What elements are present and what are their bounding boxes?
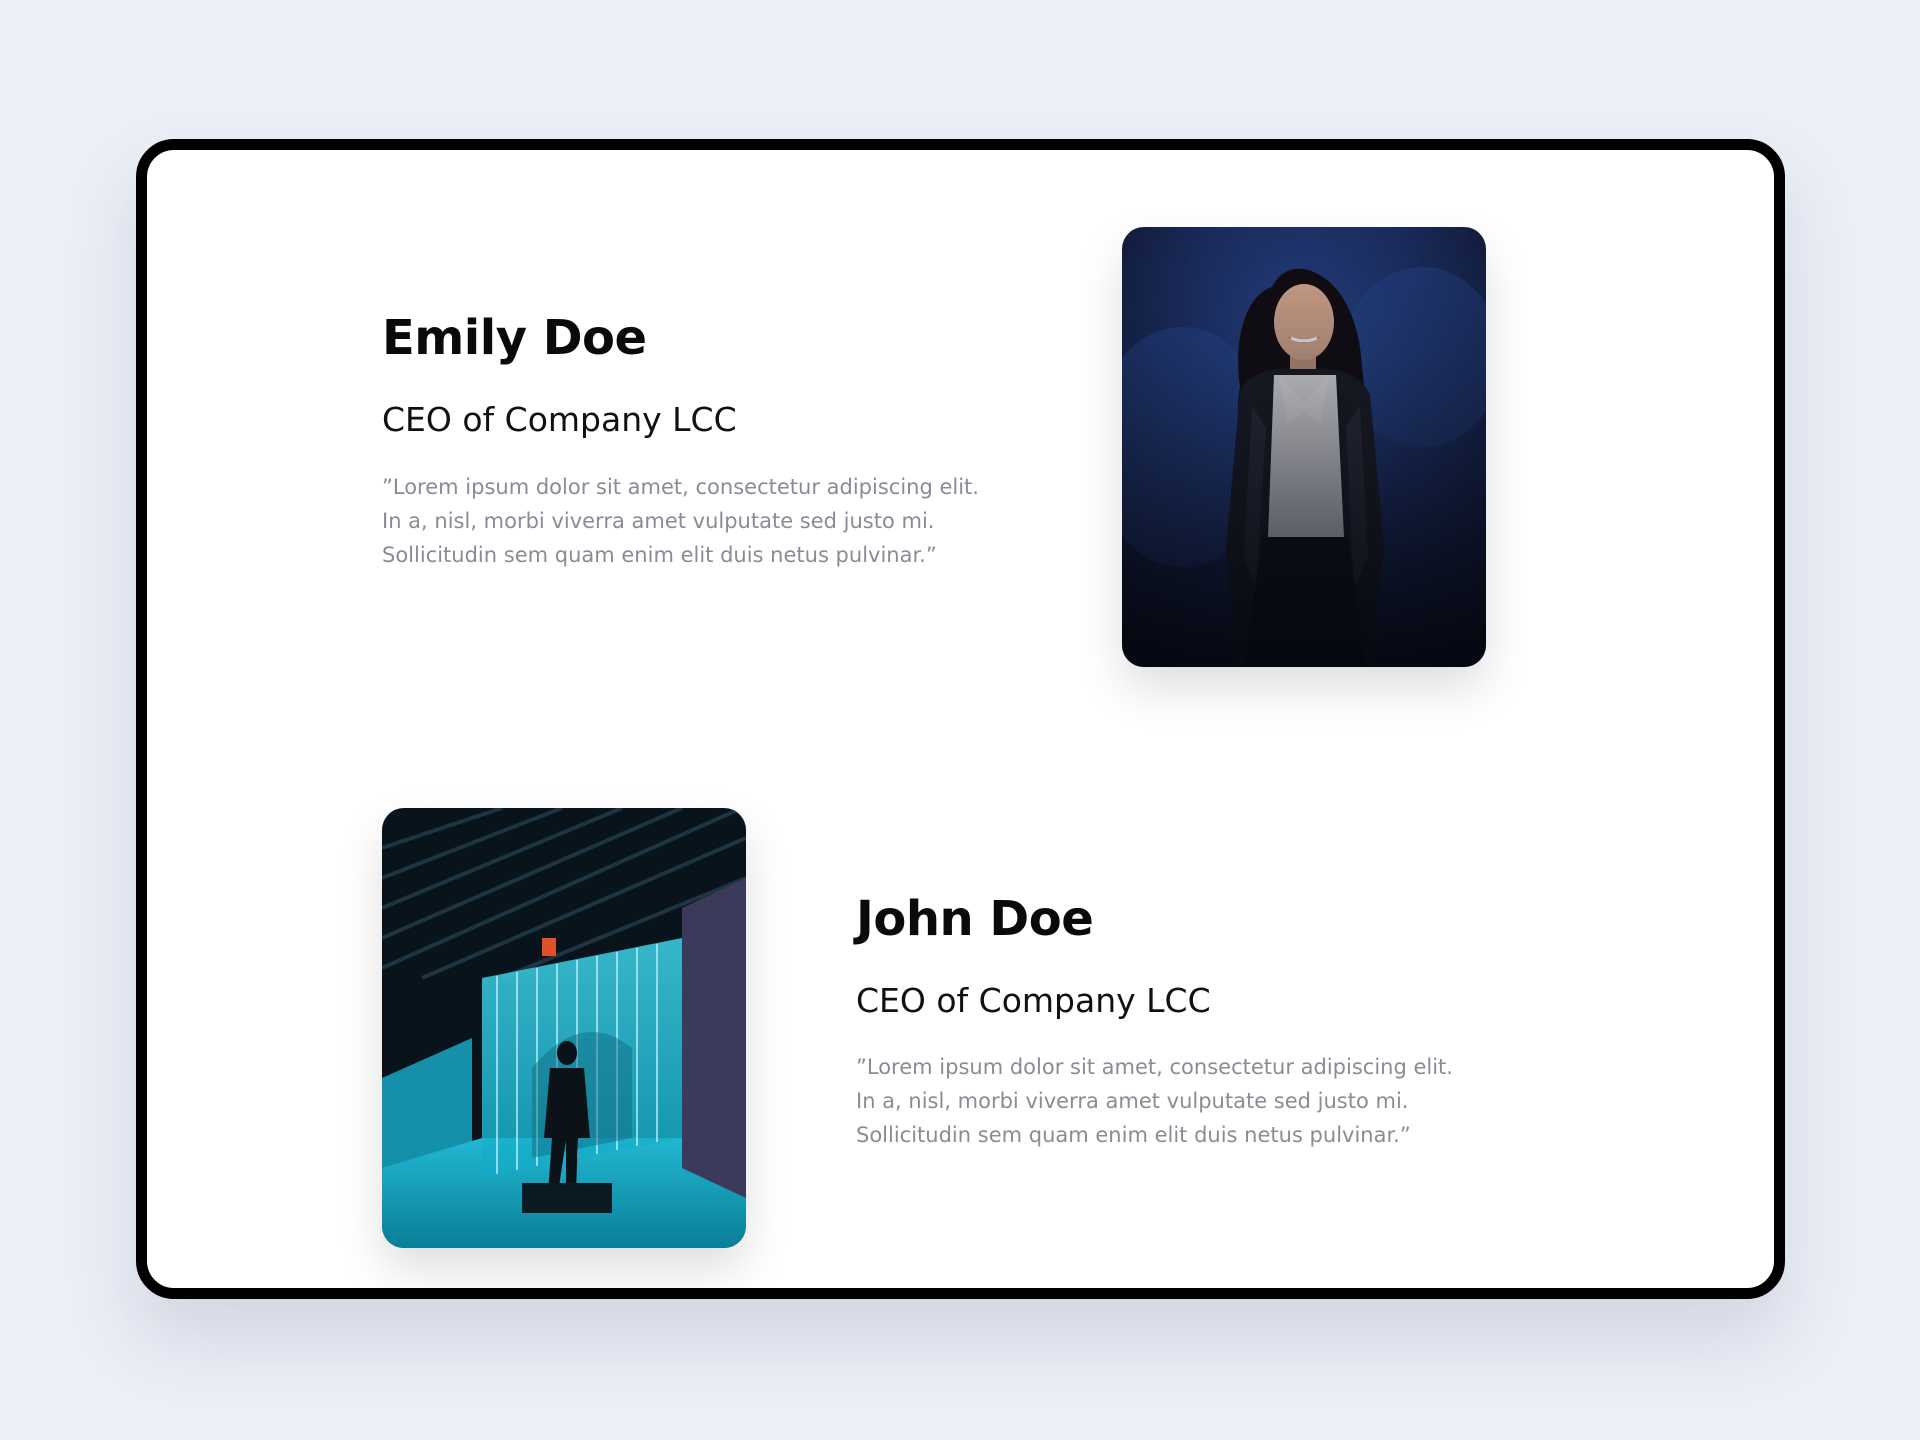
testimonial-role: CEO of Company LCC [382,400,737,439]
testimonial-name: John Doe [856,891,1094,947]
testimonial-name: Emily Doe [382,310,647,366]
quote-line: Sollicitudin sem quam enim elit duis net… [382,543,937,567]
portrait-photo [1122,227,1486,667]
quote-line: In a, nisl, morbi viverra amet vulputate… [382,509,935,533]
testimonial-quote: ”Lorem ipsum dolor sit amet, consectetur… [382,470,1062,572]
testimonial-role: CEO of Company LCC [856,981,1211,1020]
quote-line: In a, nisl, morbi viverra amet vulputate… [856,1089,1409,1113]
quote-line: Sollicitudin sem quam enim elit duis net… [856,1123,1411,1147]
testimonials-card: Emily Doe CEO of Company LCC ”Lorem ipsu… [136,139,1785,1299]
portrait-photo [382,808,746,1248]
quote-line: ”Lorem ipsum dolor sit amet, consectetur… [382,475,979,499]
testimonial-quote: ”Lorem ipsum dolor sit amet, consectetur… [856,1050,1536,1152]
quote-line: ”Lorem ipsum dolor sit amet, consectetur… [856,1055,1453,1079]
